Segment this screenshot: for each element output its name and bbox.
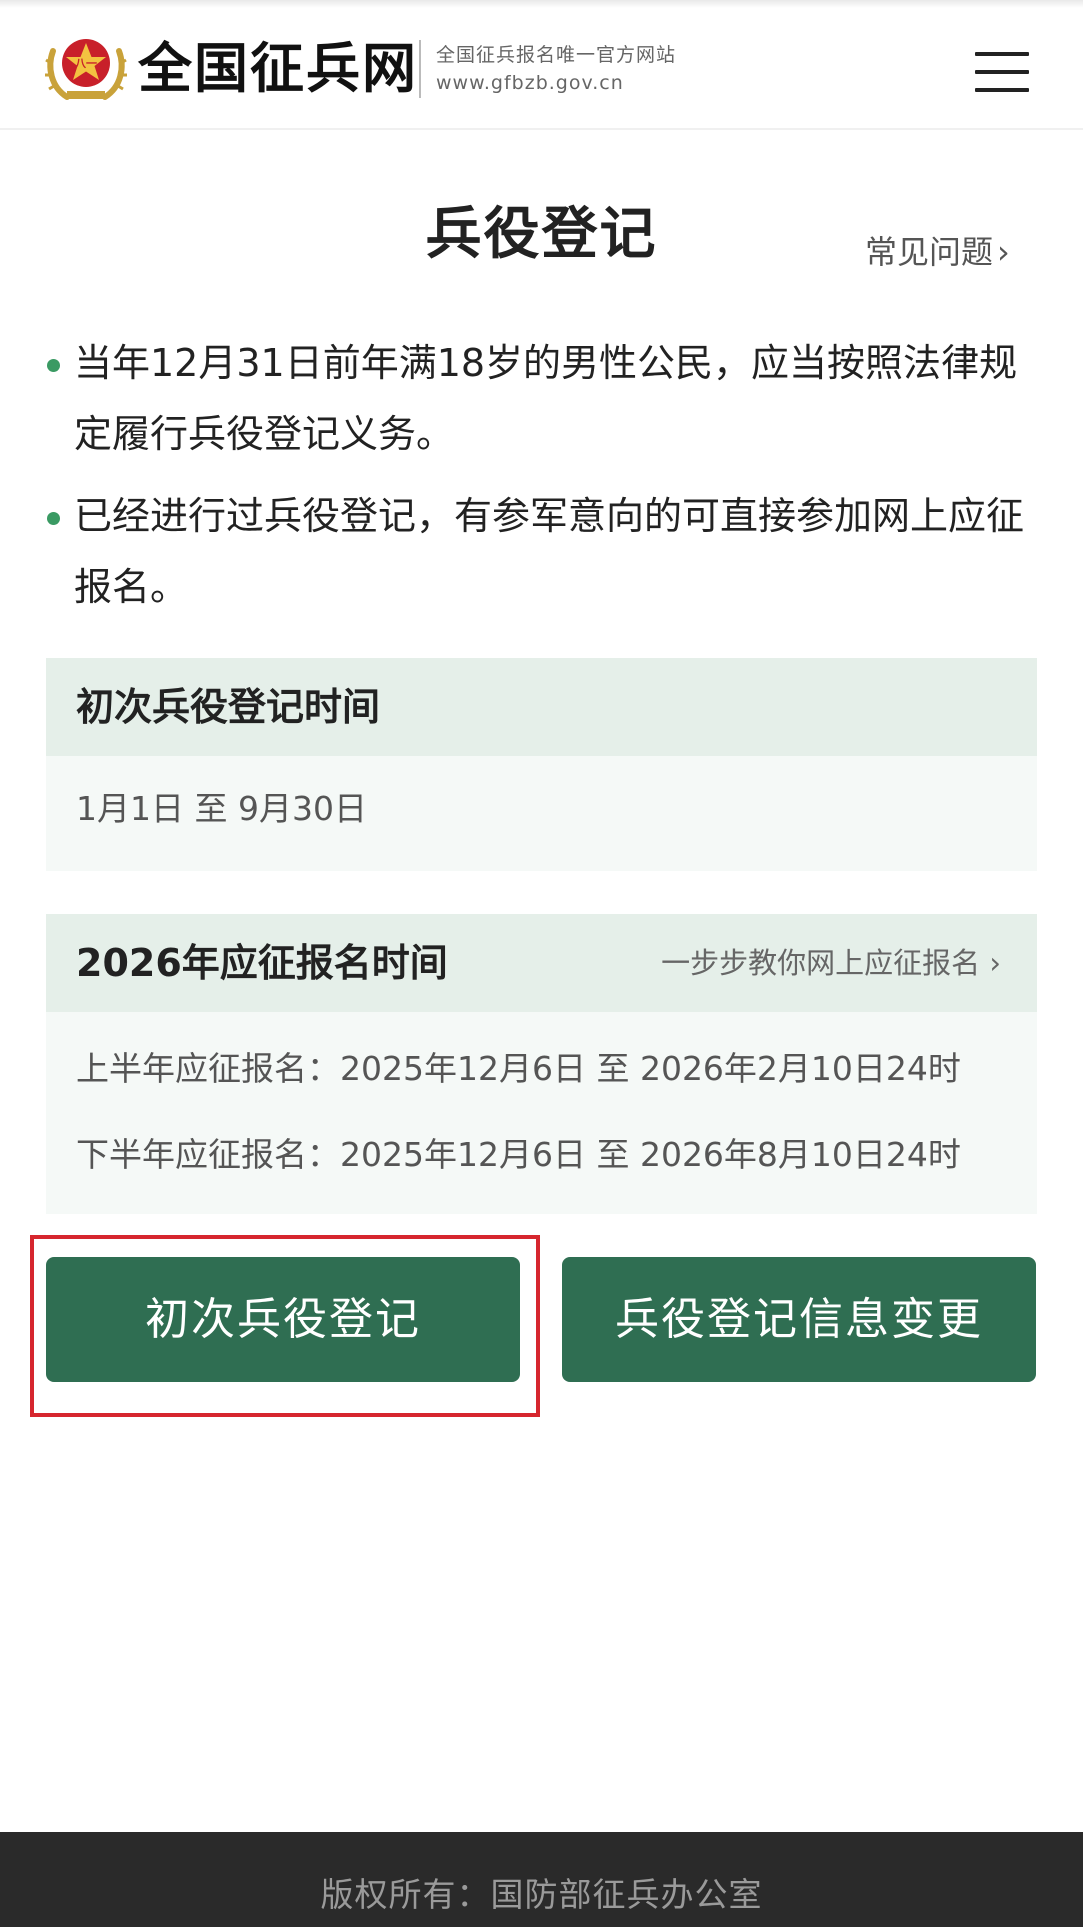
army-emblem-icon[interactable]: 八一 (45, 33, 127, 105)
faq-label: 常见问题 (865, 233, 994, 271)
site-url: www.gfbzb.gov.cn (436, 72, 624, 94)
bullet-dot-icon (47, 512, 60, 525)
enlistment-guide-link[interactable]: 一步步教你网上应征报名 › (661, 914, 1001, 1012)
chevron-right-icon: › (997, 233, 1010, 271)
registration-period-card: 初次兵役登记时间 1月1日 至 9月30日 (46, 658, 1037, 871)
header-divider (419, 40, 421, 98)
faq-link[interactable]: 常见问题 › (865, 230, 1010, 274)
notice-item: 已经进行过兵役登记，有参军意向的可直接参加网上应征报名。 (45, 481, 1035, 623)
second-half-period: 下半年应征报名：2025年12月6日 至 2026年8月10日24时 (76, 1135, 961, 1174)
notice-text: 已经进行过兵役登记，有参军意向的可直接参加网上应征报名。 (74, 494, 1025, 609)
notice-item: 当年12月31日前年满18岁的男性公民，应当按照法律规定履行兵役登记义务。 (45, 328, 1035, 470)
site-footer: 版权所有：国防部征兵办公室 (0, 1832, 1083, 1927)
site-header: 八一 全国征兵网 全国征兵报名唯一官方网站 www.gfbzb.gov.cn (0, 8, 1083, 130)
card-title: 2026年应征报名时间 (76, 941, 448, 985)
notice-text: 当年12月31日前年满18岁的男性公民，应当按照法律规定履行兵役登记义务。 (74, 341, 1018, 456)
registration-period: 1月1日 至 9月30日 (76, 789, 367, 828)
site-tagline: 全国征兵报名唯一官方网站 (436, 44, 677, 66)
top-shadow (0, 0, 1083, 8)
notice-list: 当年12月31日前年满18岁的男性公民，应当按照法律规定履行兵役登记义务。 已经… (45, 328, 1035, 634)
hamburger-menu-icon[interactable] (975, 48, 1029, 96)
card-header: 初次兵役登记时间 (46, 658, 1037, 756)
site-name[interactable]: 全国征兵网 (138, 36, 418, 100)
registration-info-change-button[interactable]: 兵役登记信息变更 (562, 1257, 1036, 1382)
page: 八一 全国征兵网 全国征兵报名唯一官方网站 www.gfbzb.gov.cn 兵… (0, 0, 1083, 1927)
chevron-right-icon: › (989, 946, 1001, 980)
initial-registration-button[interactable]: 初次兵役登记 (46, 1257, 520, 1382)
card-title: 初次兵役登记时间 (76, 685, 381, 729)
svg-text:八一: 八一 (74, 57, 97, 70)
enlistment-period-card: 2026年应征报名时间 一步步教你网上应征报名 › 上半年应征报名：2025年1… (46, 914, 1037, 1214)
first-half-period: 上半年应征报名：2025年12月6日 至 2026年2月10日24时 (76, 1049, 961, 1088)
card-header: 2026年应征报名时间 一步步教你网上应征报名 › (46, 914, 1037, 1012)
copyright-text: 版权所有：国防部征兵办公室 (320, 1875, 763, 1914)
guide-label: 一步步教你网上应征报名 (661, 946, 981, 980)
bullet-dot-icon (47, 359, 60, 372)
